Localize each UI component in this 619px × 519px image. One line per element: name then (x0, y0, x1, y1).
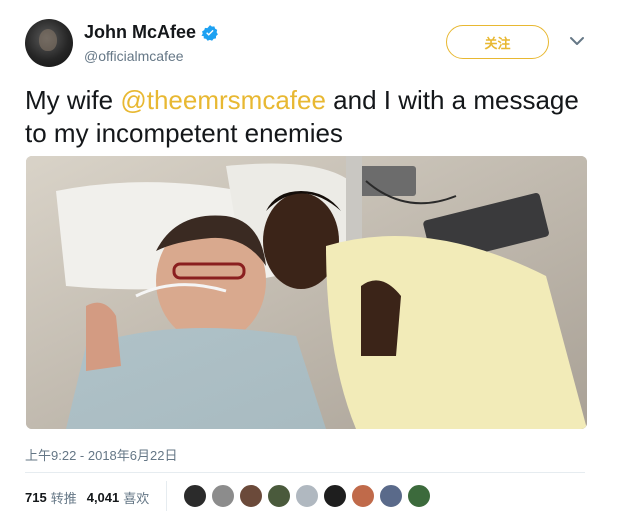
retweet-count[interactable]: 715 (25, 490, 47, 505)
user-name-row: John McAfee (84, 22, 219, 43)
liker-avatar-9[interactable] (407, 484, 431, 508)
liker-avatar-4[interactable] (267, 484, 291, 508)
tweet-photo-image (26, 156, 587, 429)
mention-link[interactable]: @theemrsmcafee (120, 85, 326, 115)
liker-avatar-7[interactable] (351, 484, 375, 508)
like-label[interactable]: 喜欢 (123, 488, 149, 507)
stats-divider (166, 481, 167, 511)
liker-avatar-3[interactable] (239, 484, 263, 508)
liker-avatar-6[interactable] (323, 484, 347, 508)
like-count[interactable]: 4,041 (87, 490, 120, 505)
liker-avatar-2[interactable] (211, 484, 235, 508)
user-handle[interactable]: @officialmcafee (84, 48, 184, 64)
chevron-down-icon[interactable] (568, 34, 586, 48)
divider (25, 472, 585, 473)
tweet-timestamp[interactable]: 上午9:22 - 2018年6月22日 (25, 445, 177, 464)
profile-avatar[interactable] (25, 19, 73, 67)
tweet-photo[interactable] (26, 156, 587, 429)
tweet-text: My wife @theemrsmcafee and I with a mess… (25, 84, 585, 150)
liker-avatar-8[interactable] (379, 484, 403, 508)
tweet-stats: 715 转推 4,041 喜欢 (25, 488, 159, 507)
tweet-text-part: My wife (25, 85, 121, 115)
user-display-name[interactable]: John McAfee (84, 22, 196, 43)
follow-button[interactable]: 关注 (446, 25, 549, 59)
retweet-label[interactable]: 转推 (51, 488, 77, 507)
liker-avatar-1[interactable] (183, 484, 207, 508)
liker-avatar-5[interactable] (295, 484, 319, 508)
liker-avatars (183, 484, 431, 508)
verified-badge-icon (201, 24, 218, 41)
